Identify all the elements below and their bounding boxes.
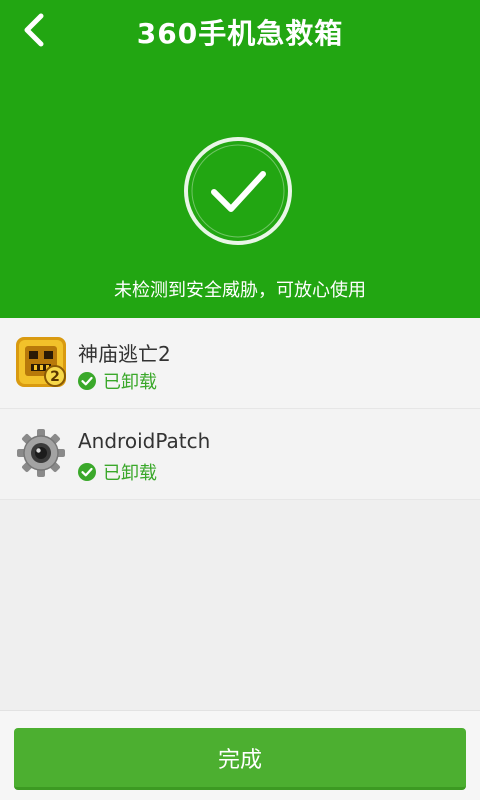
check-circle-icon — [184, 137, 292, 245]
result-header: 360手机急救箱 未检测到安全威胁，可放心使用 — [0, 0, 480, 318]
app-list: 2 神庙逃亡2 已卸载 AndroidPatch 已卸载 — [0, 318, 480, 500]
app-name: 神庙逃亡2 — [78, 342, 171, 366]
screen: 360手机急救箱 未检测到安全威胁，可放心使用 2 神庙逃亡2 已卸载 Andr… — [0, 0, 480, 800]
done-button[interactable]: 完成 — [14, 728, 466, 790]
scan-result-message: 未检测到安全威胁，可放心使用 — [114, 280, 366, 301]
page-title: 360手机急救箱 — [136, 17, 344, 50]
app-status: 已卸载 — [78, 368, 157, 394]
bottom-bar: 完成 — [0, 710, 480, 800]
app-status: 已卸载 — [78, 459, 157, 485]
app-status-label: 已卸载 — [103, 372, 157, 393]
gear-icon — [17, 429, 65, 477]
app-status-label: 已卸载 — [103, 463, 157, 484]
check-badge-icon — [78, 463, 96, 481]
list-item[interactable]: AndroidPatch 已卸载 — [0, 409, 480, 500]
temple-run-2-icon: 2 — [16, 337, 66, 387]
check-badge-icon — [78, 372, 96, 390]
list-item[interactable]: 2 神庙逃亡2 已卸载 — [0, 318, 480, 409]
svg-text:2: 2 — [50, 369, 60, 385]
app-name: AndroidPatch — [78, 429, 211, 453]
